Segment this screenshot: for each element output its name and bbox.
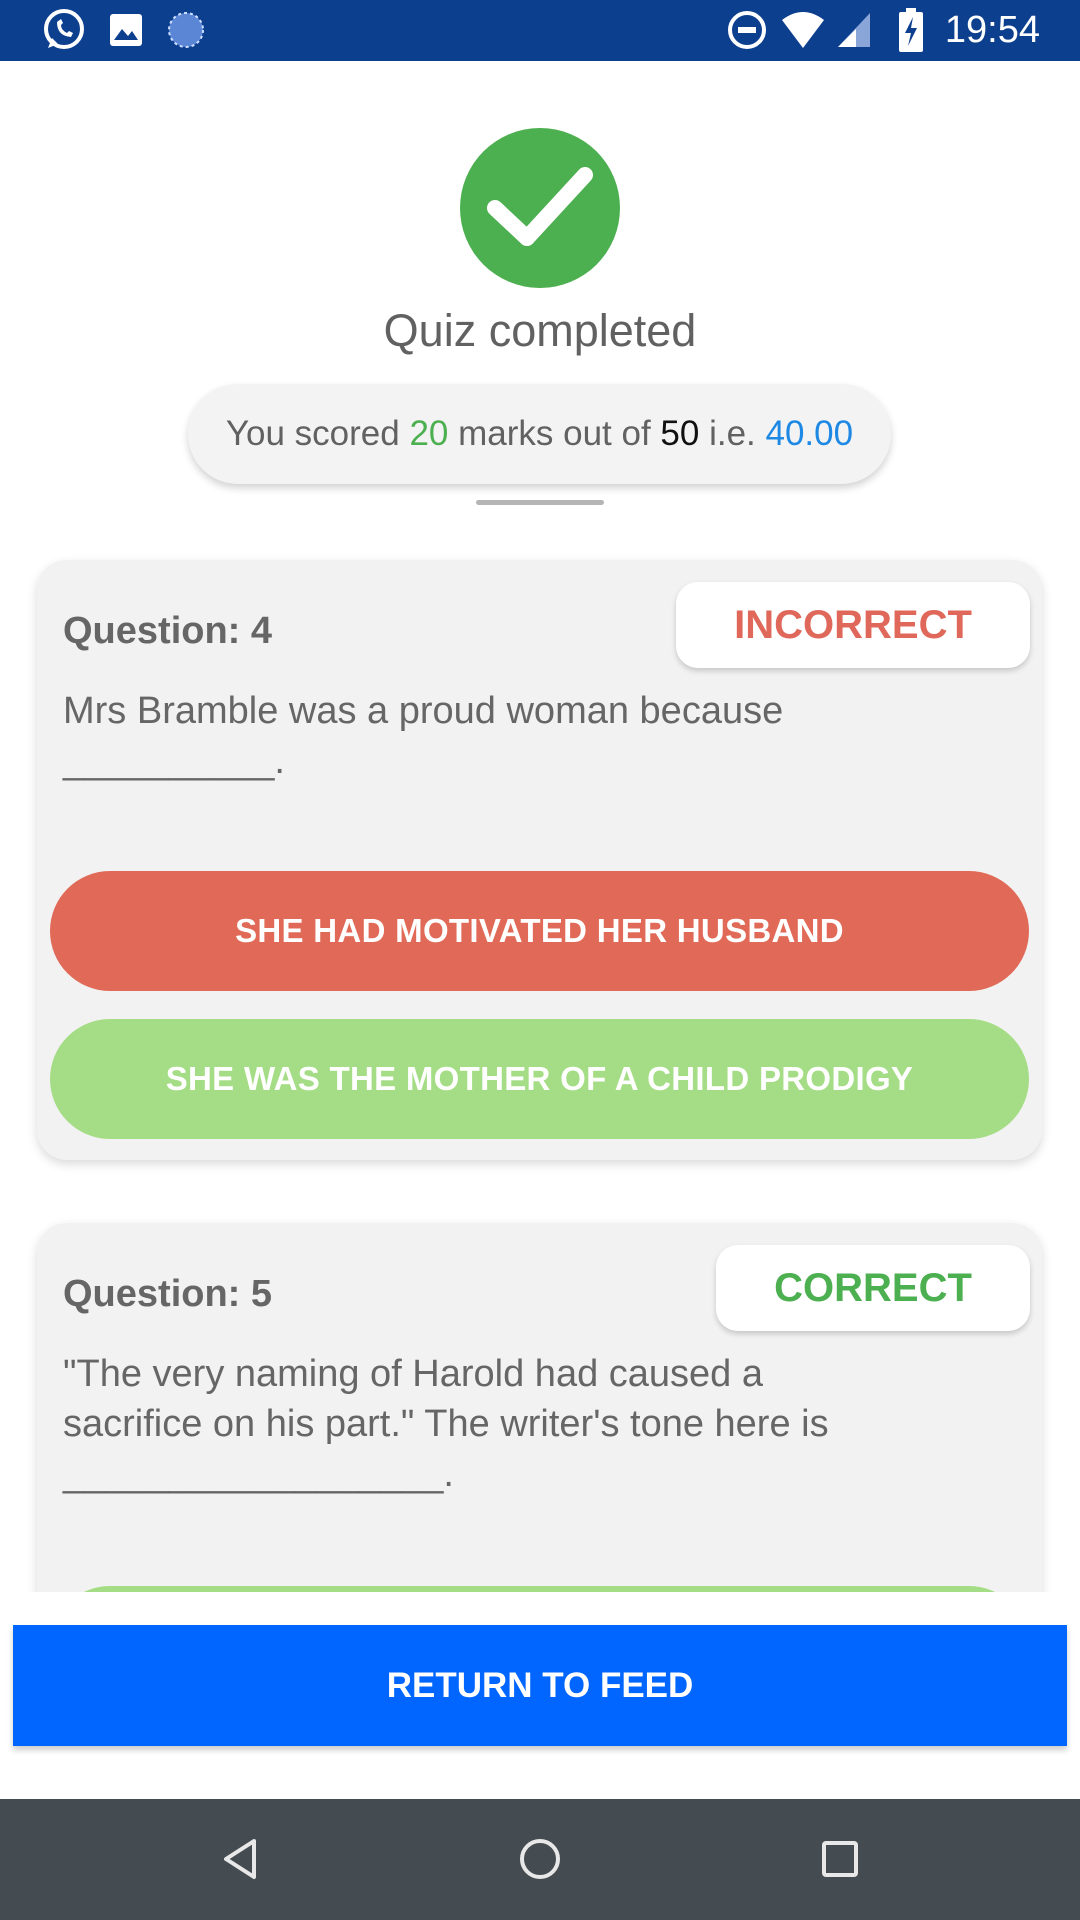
score-ie: i.e. bbox=[699, 414, 766, 453]
signal-icon bbox=[836, 8, 872, 52]
question-text-line: Mrs Bramble was a proud woman because bbox=[63, 690, 784, 732]
question-list[interactable]: Question: 4 INCORRECT Mrs Bramble was a … bbox=[0, 540, 1080, 1592]
question-card: Question: 4 INCORRECT Mrs Bramble was a … bbox=[37, 560, 1042, 1160]
score-summary: You scored 20 marks out of 50 i.e. 40.00 bbox=[188, 384, 891, 484]
divider bbox=[476, 500, 604, 505]
answer-option-correct[interactable]: SHE WAS THE MOTHER OF A CHILD PRODIGY bbox=[50, 1019, 1029, 1139]
question-card: Question: 5 CORRECT "The very naming of … bbox=[37, 1223, 1042, 1592]
page-title: Quiz completed bbox=[383, 305, 697, 356]
whatsapp-icon bbox=[42, 8, 86, 52]
question-text-line: __________. bbox=[63, 740, 285, 782]
home-icon[interactable] bbox=[510, 1829, 570, 1889]
question-number: Question: 5 bbox=[63, 1273, 273, 1315]
status-bar: 19:54 bbox=[0, 0, 1080, 61]
question-text-line: "The very naming of Harold had caused a bbox=[63, 1353, 763, 1395]
score-middle: marks out of bbox=[448, 414, 661, 453]
status-time: 19:54 bbox=[944, 9, 1040, 51]
battery-charging-icon bbox=[898, 8, 924, 52]
gallery-icon bbox=[108, 8, 144, 52]
back-icon[interactable] bbox=[210, 1829, 270, 1889]
recent-apps-icon[interactable] bbox=[810, 1829, 870, 1889]
return-to-feed-button[interactable]: RETURN TO FEED bbox=[13, 1625, 1067, 1746]
wifi-icon bbox=[780, 8, 826, 52]
status-badge-correct: CORRECT bbox=[716, 1245, 1030, 1331]
score-total: 50 bbox=[660, 414, 700, 453]
question-text: "The very naming of Harold had caused a … bbox=[63, 1349, 1013, 1499]
question-text-line: sacrifice on his part." The writer's ton… bbox=[63, 1403, 829, 1445]
score-prefix: You scored bbox=[225, 414, 410, 453]
question-text-line: __________________. bbox=[63, 1453, 454, 1495]
status-badge-incorrect: INCORRECT bbox=[676, 582, 1030, 668]
do-not-disturb-icon bbox=[726, 8, 768, 52]
sync-icon bbox=[166, 8, 206, 52]
question-number: Question: 4 bbox=[63, 610, 273, 652]
score-percent: 40.00 bbox=[765, 414, 854, 453]
answer-option-correct[interactable] bbox=[50, 1586, 1029, 1592]
question-text: Mrs Bramble was a proud woman because __… bbox=[63, 686, 1013, 786]
navigation-bar bbox=[0, 1799, 1080, 1920]
success-check-icon bbox=[460, 128, 620, 288]
answer-option-wrong[interactable]: SHE HAD MOTIVATED HER HUSBAND bbox=[50, 871, 1029, 991]
score-obtained: 20 bbox=[409, 414, 449, 453]
